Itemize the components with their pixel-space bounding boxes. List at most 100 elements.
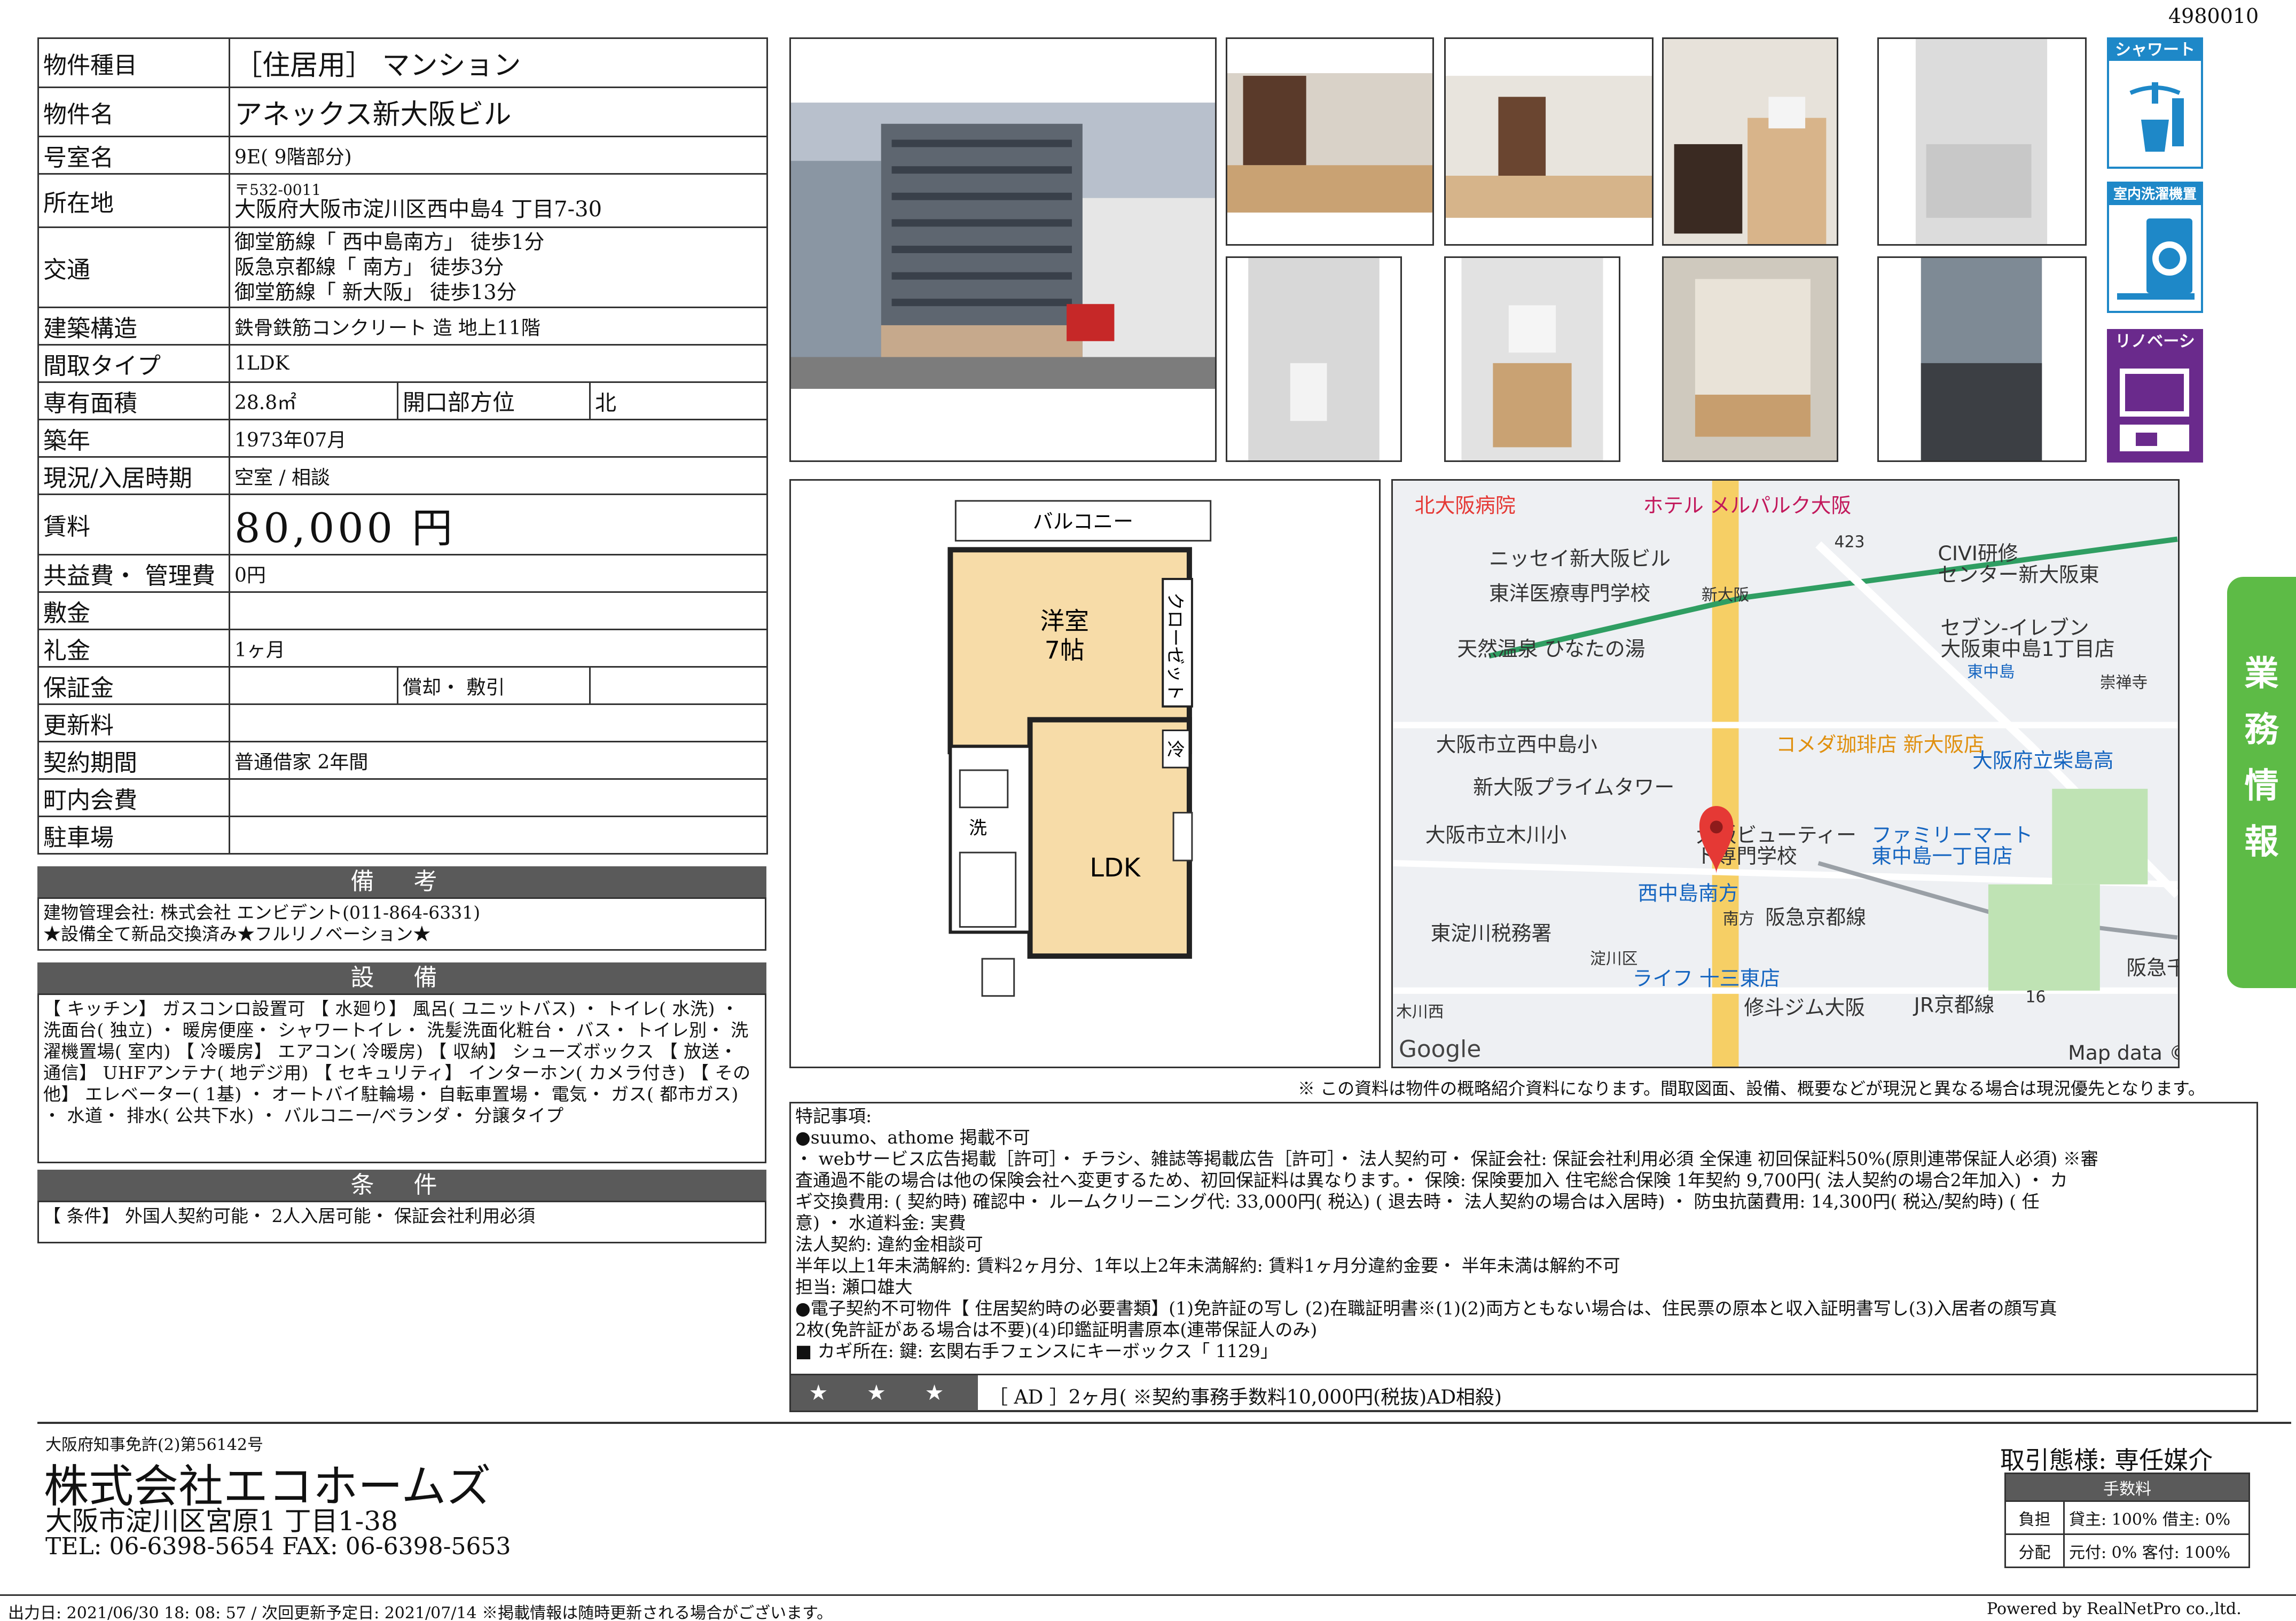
address-label: 所在地 — [37, 173, 230, 228]
powered-by: Powered by RealNetPro co.,ltd. — [1987, 1600, 2242, 1618]
company-footer: 大阪府知事免許(2)第56142号 株式会社エコホームズ 大阪市淀川区宮原1 丁… — [37, 1422, 2291, 1598]
notes-line: ●suumo、athome 掲載不可 — [795, 1127, 1030, 1148]
notes-title: 特記事項: — [795, 1106, 872, 1126]
floorplan-balcony-label: バルコニー — [1033, 510, 1133, 534]
postal-code: 〒532-0011 — [234, 181, 322, 199]
address-text: 大阪府大阪市淀川区西中島4 丁目7-30 — [234, 197, 602, 222]
area-map[interactable]: 北大阪病院 ホテル メルパルク大阪 ニッセイ新大阪ビル CIVI研修 センター新大阪東東… — [1391, 479, 2180, 1068]
map-label: 大阪市立西中島小 — [1436, 733, 1597, 756]
rent-label: 賃料 — [37, 494, 230, 555]
fee-table-title: 手数料 — [2004, 1473, 2250, 1502]
property-name: アネックス新大阪ビル — [228, 87, 769, 137]
address-cell: 〒532-0011 大阪府大阪市淀川区西中島4 丁目7-30 — [228, 173, 769, 228]
notes-lines: ●suumo、athome 掲載不可・ webサービス広告掲載［許可］・ チラシ… — [795, 1127, 2252, 1362]
map-label: 阪急千里線 — [2127, 956, 2178, 980]
map-label: 淀川区 — [1590, 950, 1637, 968]
building-photo — [789, 37, 1217, 462]
spec-table: 物件種目 ［住居用］ マンション 物件名 アネックス新大阪ビル 号室名 9E( 9階部… — [37, 37, 769, 855]
output-date: 出力日: 2021/06/30 18: 08: 57 / 次回更新予定日: 20… — [8, 1604, 833, 1621]
direction-value: 北 — [589, 381, 769, 420]
side-tab-char: 業 — [2244, 654, 2279, 694]
map-label: CIVI研修 — [1938, 542, 2018, 565]
equipment-panel: 【 キッチン】 ガスコンロ設置可 【 水廻り】 風呂( ユニットバス) ・ トイ… — [37, 993, 766, 1163]
map-label: 大阪市立木川小 — [1425, 823, 1566, 847]
split-value: 元付: 0% 客付: 100% — [2063, 1533, 2250, 1568]
rent-value: 80,000 円 — [228, 494, 769, 555]
parking-value — [228, 816, 769, 855]
interior-photo — [1444, 256, 1620, 462]
direction-label: 開口部方位 — [397, 381, 591, 420]
interior-photo — [1444, 37, 1654, 246]
shower-toilet-icon: シャワートイレ — [2107, 37, 2203, 169]
map-label: 天然温泉 ひなたの湯 — [1457, 637, 1645, 661]
map-label: Map data ©2021 — [2068, 1041, 2178, 1064]
interior-photo — [1877, 37, 2087, 246]
special-notes: 特記事項: ●suumo、athome 掲載不可・ webサービス広告掲載［許可… — [789, 1102, 2258, 1412]
floorplan-room-name: 洋室 — [1040, 607, 1088, 635]
map-label: 阪急京都線 — [1765, 905, 1866, 929]
notes-line: 担当: 瀬口雄大 — [795, 1277, 913, 1297]
fee-table: 手数料 負担 貸主: 100% 借主: 0% 分配 元付: 0% 客付: 100% — [2004, 1473, 2250, 1568]
company-tel-fax: TEL: 06-6398-5654 FAX: 06-6398-5653 — [45, 1533, 511, 1560]
disclaimer: ※ この資料は物件の概略紹介資料になります。間取図面、設備、概要などが現況と異な… — [1298, 1078, 2205, 1099]
community-fee-value — [228, 778, 769, 817]
map-label: ホテル メルパルク大阪 — [1643, 494, 1851, 518]
layout-value: 1LDK — [228, 344, 769, 383]
notes-line: ギ交換費用: ( 契約時) 確認中・ ルームクリーニング代: 33,000円( … — [795, 1191, 2040, 1212]
floorplan-room-size: 7帖 — [1045, 636, 1085, 664]
side-tab-char: 務 — [2244, 710, 2279, 750]
remarks-line: 建物管理会社: 株式会社 エンビデント(011-864-6331) — [43, 902, 481, 923]
business-info-tab[interactable]: 業 務 情 報 — [2227, 577, 2296, 988]
contract-label: 契約期間 — [37, 741, 230, 780]
fee-label: 共益費・ 管理費 — [37, 554, 230, 593]
notes-line: ●電子契約不可物件【 住居契約時の必要書類】(1)免許証の写し (2)在職証明書… — [795, 1298, 2057, 1319]
map-label: 東中島一丁目店 — [1871, 844, 2012, 868]
area-label: 専有面積 — [37, 381, 230, 420]
contract-value: 普通借家 2年間 — [228, 741, 769, 780]
community-fee-label: 町内会費 — [37, 778, 230, 817]
renewal-value — [228, 703, 769, 742]
map-label: ライフ 十三東店 — [1633, 967, 1780, 990]
amortization-value — [589, 666, 769, 705]
status-label: 現況/入居時期 — [37, 456, 230, 495]
map-label: 新大阪プライムタワー — [1473, 776, 1674, 799]
map-label: 423 — [1834, 532, 1864, 551]
deposit-label: 敷金 — [37, 591, 230, 630]
structure-label: 建築構造 — [37, 307, 230, 346]
remarks-panel: 建物管理会社: 株式会社 エンビデント(011-864-6331) ★設備全て新… — [37, 897, 766, 951]
side-tab-char: 報 — [2244, 823, 2279, 862]
transit-line: 御堂筋線「 西中島南方」 徒歩1分 — [234, 230, 545, 254]
amortization-label: 償却・ 敷引 — [397, 666, 591, 705]
map-label: 東中島 — [1967, 663, 2015, 682]
notes-line: 2枚(免許証がある場合は不要)(4)印鑑証明書原本(連帯保証人のみ) — [795, 1319, 1318, 1340]
interior-photo — [1877, 256, 2087, 462]
renovation-label: リノベーション — [2109, 331, 2201, 372]
notes-line: ■ カギ所在: 鍵: 玄関右手フェンスにキーボックス「 1129」 — [795, 1341, 1278, 1361]
key-money-value: 1ヶ月 — [228, 629, 769, 668]
conditions-panel: 【 条件】 外国人契約可能・ 2人入居可能・ 保証会社利用必須 — [37, 1201, 766, 1243]
interior-photo — [1662, 37, 1838, 246]
remarks-header: 備 考 — [37, 866, 766, 897]
notes-line: 意) ・ 水道料金: 実費 — [795, 1212, 966, 1233]
map-label: 北大阪病院 — [1415, 494, 1516, 518]
map-label: 木川西 — [1396, 1003, 1444, 1022]
map-label: 東洋医療専門学校 — [1489, 582, 1650, 605]
map-label: ニッセイ新大阪ビル — [1489, 547, 1671, 570]
indoor-laundry-label: 室内洗濯機置場 — [2109, 184, 2201, 224]
doc-id: 4980010 — [2168, 4, 2259, 28]
map-label: 大阪東中島1丁目店 — [1940, 637, 2114, 661]
notes-line: 法人契約: 違約金相談可 — [795, 1234, 983, 1255]
map-label: ファミリーマート — [1871, 823, 2033, 847]
rating-stars: ★ ★ ★ — [791, 1375, 978, 1411]
indoor-laundry-icon: 室内洗濯機置場 — [2107, 182, 2203, 313]
notes-line: 査通過不能の場合は他の保険会社へ変更するため、初回保証料は異なります。・ 保険:… — [795, 1170, 2068, 1191]
renovation-icon: リノベーション — [2107, 329, 2203, 463]
fee-value: 0円 — [228, 554, 769, 593]
deposit-value — [228, 591, 769, 630]
map-label: 新大阪 — [1702, 586, 1749, 605]
key-money-label: 礼金 — [37, 629, 230, 668]
structure-value: 鉄骨鉄筋コンクリート 造 地上11階 — [228, 307, 769, 346]
ad-bar: ★ ★ ★ ［ AD ］2ヶ月( ※契約事務手数料10,000円(税抜)AD相殺… — [789, 1374, 2258, 1412]
map-label: JR京都線 — [1913, 993, 1995, 1017]
interior-photo — [1226, 256, 1402, 462]
